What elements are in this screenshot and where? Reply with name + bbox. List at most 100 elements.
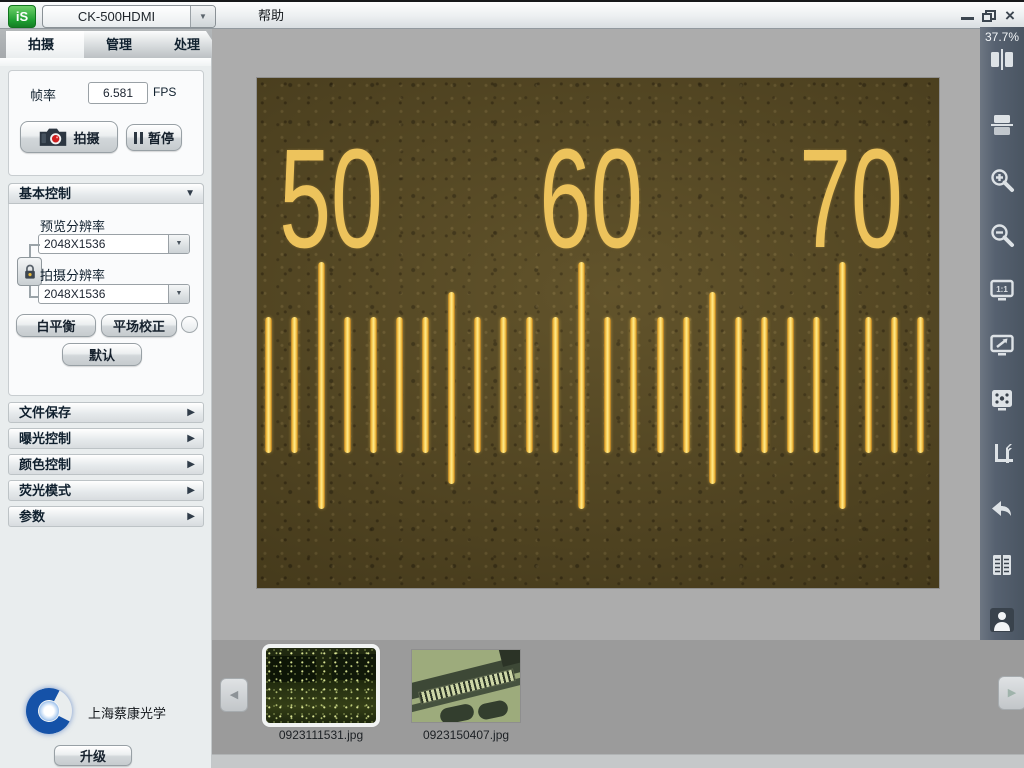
flat-field-button[interactable]: 平场校正 xyxy=(101,314,177,337)
data-list-button[interactable] xyxy=(988,551,1016,579)
pause-icon xyxy=(134,132,143,144)
capture-res-value: 2048X1536 xyxy=(39,285,168,303)
device-selector[interactable]: CK-500HDMI ▼ xyxy=(42,5,216,28)
chevron-down-icon[interactable]: ▼ xyxy=(168,285,189,303)
section-color-control[interactable]: 颜色控制 ▶ xyxy=(8,454,204,475)
ruler-tick-52 xyxy=(370,317,377,453)
chevron-right-icon: ▶ xyxy=(187,429,195,448)
sidebar: 拍摄 管理 处理 帧率 6.581 FPS 拍摄 暂停 基本控制 ▼ xyxy=(0,29,212,768)
section-basic-control[interactable]: 基本控制 ▼ xyxy=(8,183,204,204)
live-microscope-view[interactable]: 506070 xyxy=(257,78,939,588)
thumbnail-selected[interactable] xyxy=(262,644,380,727)
resolution-lock-button[interactable] xyxy=(17,257,42,286)
user-button[interactable] xyxy=(988,606,1016,634)
data-list-icon xyxy=(988,551,1016,579)
ruler-number-70: 70 xyxy=(799,128,903,269)
thumbnail-2-art xyxy=(439,703,476,722)
ruler-tick-50 xyxy=(318,262,325,509)
ruler-tick-66 xyxy=(735,317,742,453)
section-parameters[interactable]: 参数 ▶ xyxy=(8,506,204,527)
ruler-tick-57 xyxy=(500,317,507,453)
ruler-number-50: 50 xyxy=(279,128,383,269)
chevron-down-icon[interactable]: ▼ xyxy=(190,6,215,27)
zoom-out-button[interactable] xyxy=(988,221,1016,249)
chevron-down-icon: ▼ xyxy=(185,184,195,203)
right-toolbar: 37.7% xyxy=(980,27,1024,640)
framerate-label: 帧率 xyxy=(30,85,56,104)
ruler-tick-71 xyxy=(865,317,872,453)
ruler-tick-63 xyxy=(657,317,664,453)
fit-to-window-icon xyxy=(988,331,1016,359)
chevron-down-icon[interactable]: ▼ xyxy=(168,235,189,253)
ruler-tick-61 xyxy=(604,317,611,453)
brand-name: 上海蔡康光学 xyxy=(88,703,166,722)
ruler-tick-55 xyxy=(448,292,455,484)
section-color-label: 颜色控制 xyxy=(19,457,71,472)
white-balance-button[interactable]: 白平衡 xyxy=(16,314,96,337)
chevron-right-icon: ▶ xyxy=(187,481,195,500)
ruler-tick-72 xyxy=(891,317,898,453)
pause-button[interactable]: 暂停 xyxy=(126,124,182,151)
svg-text:1:1: 1:1 xyxy=(996,285,1008,294)
pan-view-button[interactable] xyxy=(988,386,1016,414)
brand-logo xyxy=(26,688,72,734)
actual-size-button[interactable]: 1:1 xyxy=(988,276,1016,304)
section-file-save[interactable]: 文件保存 ▶ xyxy=(8,402,204,423)
menu-help[interactable]: 帮助 xyxy=(250,2,292,29)
restore-button[interactable] xyxy=(982,10,994,21)
preview-res-dropdown[interactable]: 2048X1536 ▼ xyxy=(38,234,190,254)
section-exposure-label: 曝光控制 xyxy=(19,431,71,446)
chevron-right-icon: ▶ xyxy=(187,455,195,474)
chevron-right-icon: ▶ xyxy=(187,403,195,422)
filmstrip: ◀ 0923111531.jpg 0923150407.jpg ▶ xyxy=(212,640,1024,768)
camera-icon xyxy=(38,126,68,148)
panel-top-shine xyxy=(0,58,211,66)
zoom-in-button[interactable] xyxy=(988,166,1016,194)
device-selector-value: CK-500HDMI xyxy=(43,6,190,27)
filmstrip-next-button[interactable]: ▶ xyxy=(998,676,1024,710)
ruler-tick-51 xyxy=(344,317,351,453)
pan-view-icon xyxy=(988,386,1016,414)
upgrade-button[interactable]: 升级 xyxy=(54,745,132,766)
filmstrip-prev-button[interactable]: ◀ xyxy=(220,678,248,712)
thumbnail-2-art xyxy=(477,699,510,721)
filmstrip-bottom-strip xyxy=(212,754,1024,768)
capture-res-dropdown[interactable]: 2048X1536 ▼ xyxy=(38,284,190,304)
capture-button[interactable]: 拍摄 xyxy=(20,121,118,153)
restore-icon-front xyxy=(982,13,992,22)
crop-button[interactable] xyxy=(988,441,1016,469)
one-to-one-icon: 1:1 xyxy=(988,276,1016,304)
close-button[interactable]: × xyxy=(1001,5,1019,27)
user-icon xyxy=(988,606,1016,634)
flat-field-checkbox[interactable] xyxy=(181,316,198,333)
preview-res-label: 预览分辨率 xyxy=(40,216,105,235)
ruler-tick-64 xyxy=(683,317,690,453)
framerate-input[interactable]: 6.581 xyxy=(88,82,148,104)
section-parameters-label: 参数 xyxy=(19,509,45,524)
ruler-tick-70 xyxy=(839,262,846,509)
section-fluorescence-mode[interactable]: 荧光模式 ▶ xyxy=(8,480,204,501)
capture-res-label: 拍摄分辨率 xyxy=(40,265,105,284)
undo-button[interactable] xyxy=(988,496,1016,524)
section-file-save-label: 文件保存 xyxy=(19,405,71,420)
flip-horizontal-button[interactable] xyxy=(988,46,1016,74)
minimize-button[interactable] xyxy=(961,17,974,20)
capture-button-label: 拍摄 xyxy=(73,128,99,147)
thumbnail-1-texture xyxy=(266,648,376,723)
fit-to-window-button[interactable] xyxy=(988,331,1016,359)
brand-logo-core xyxy=(39,701,59,721)
flip-vertical-button[interactable] xyxy=(988,111,1016,139)
section-fluorescence-label: 荧光模式 xyxy=(19,483,71,498)
title-bar: iS CK-500HDMI ▼ 帮助 × xyxy=(0,0,1024,29)
ruler-tick-53 xyxy=(396,317,403,453)
preview-res-value: 2048X1536 xyxy=(39,235,168,253)
ruler-tick-54 xyxy=(422,317,429,453)
default-button[interactable]: 默认 xyxy=(62,343,142,366)
tab-strip: 拍摄 管理 处理 xyxy=(0,29,212,58)
ruler-tick-48 xyxy=(265,317,272,453)
app-logo-icon: iS xyxy=(8,5,36,28)
section-exposure-control[interactable]: 曝光控制 ▶ xyxy=(8,428,204,449)
ruler-tick-69 xyxy=(813,317,820,453)
thumbnail[interactable] xyxy=(412,650,520,722)
thumbnail-2-filename: 0923150407.jpg xyxy=(401,728,531,742)
